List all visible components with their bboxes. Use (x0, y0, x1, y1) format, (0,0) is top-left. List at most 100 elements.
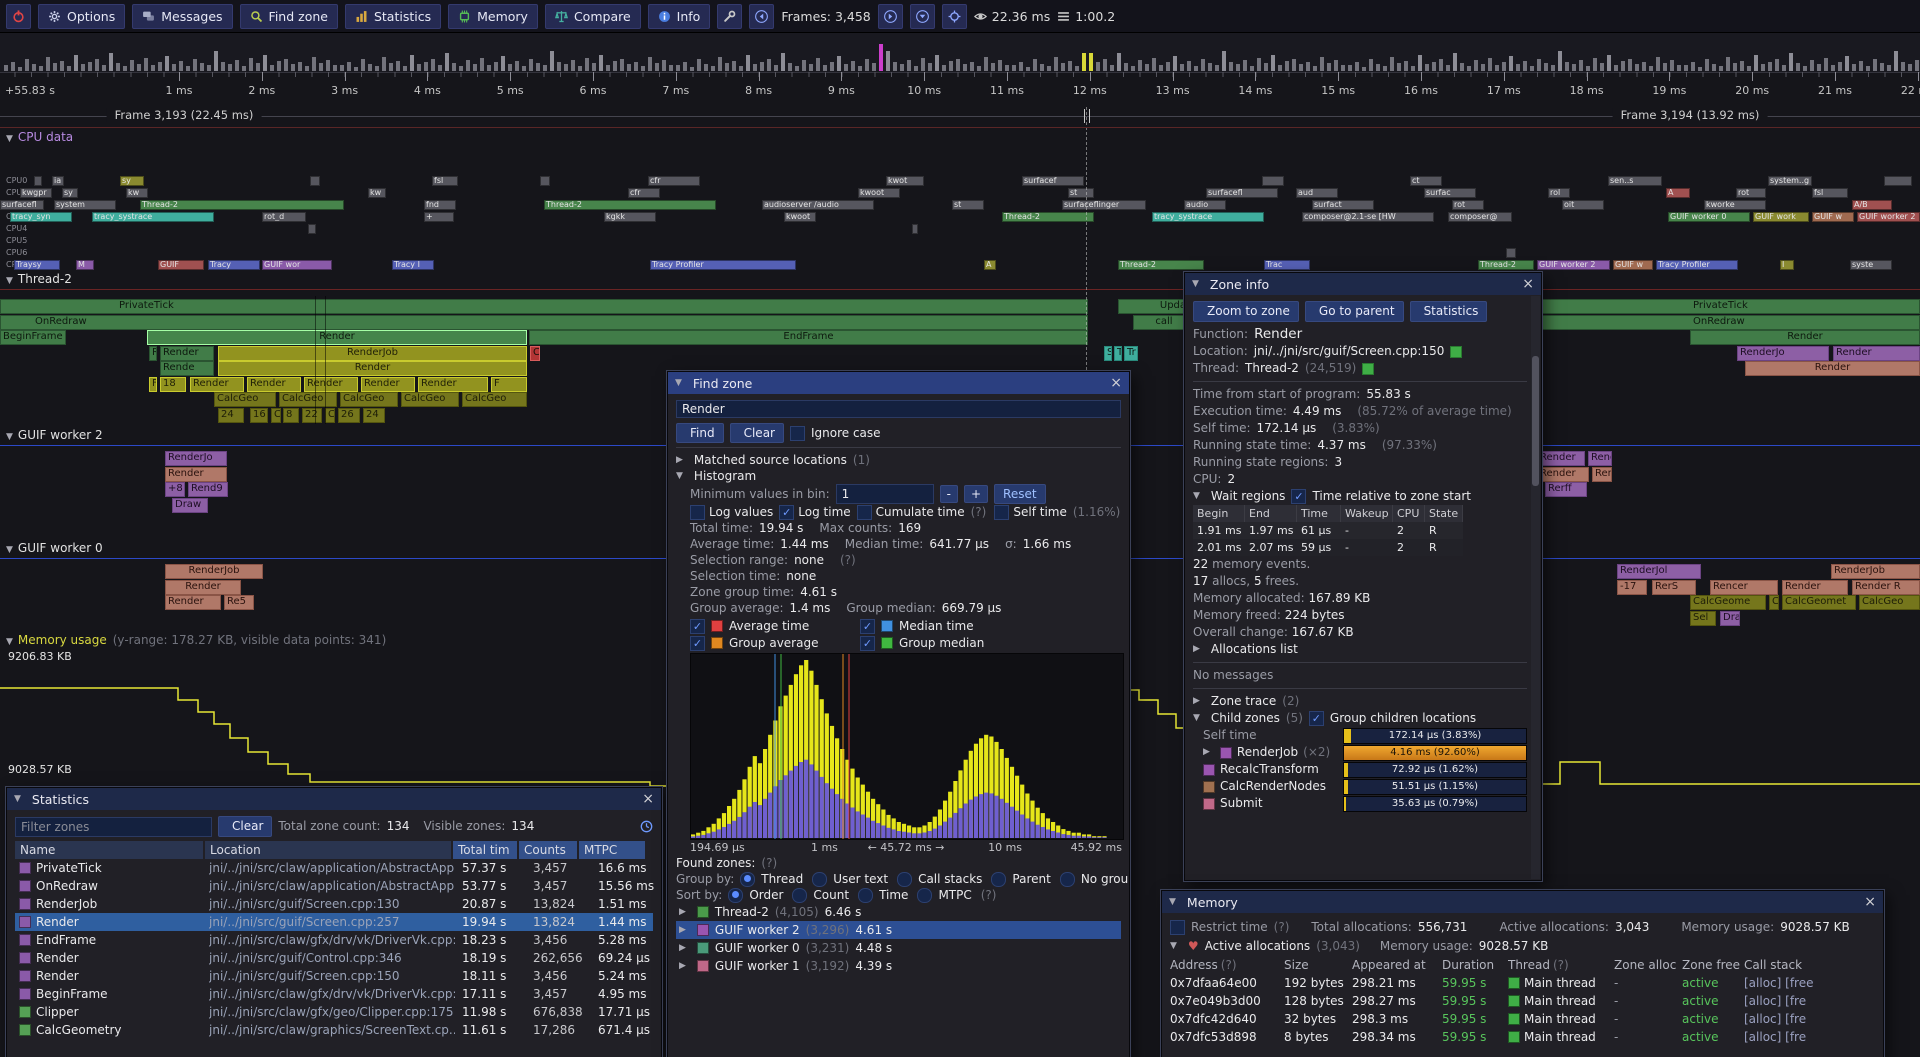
timeline-zone[interactable]: RenderJob (1831, 564, 1920, 579)
statistics-button[interactable]: Statistics (1410, 301, 1488, 322)
timeline-zone[interactable]: Ren (1592, 467, 1612, 482)
column-header[interactable]: Counts (519, 841, 577, 859)
memory-usage-collapse-icon[interactable]: ▼ (6, 637, 13, 647)
decrement-button[interactable]: - (940, 485, 958, 503)
cpu-zone[interactable]: kw (126, 188, 148, 198)
column-header[interactable]: Name (15, 841, 203, 859)
cpu-zone[interactable]: syste (1850, 260, 1892, 270)
cpu-zone[interactable] (912, 224, 918, 234)
timeline-zone[interactable]: Render (361, 377, 415, 392)
zoom-to-zone-button[interactable]: Zoom to zone (1193, 301, 1299, 322)
timeline-zone[interactable]: Re5 (224, 595, 254, 610)
group-expand-icon[interactable]: ▶ (679, 958, 686, 974)
timeline-zone[interactable]: Render (165, 467, 227, 482)
statistics-row[interactable]: Renderjni/../jni/src/guif/Screen.cpp:150… (15, 967, 653, 985)
timeline-zone[interactable]: Render (1537, 451, 1585, 466)
cpu-zone[interactable]: GUIF worker 0 (1668, 212, 1750, 222)
cpu-zone[interactable] (308, 224, 316, 234)
cpu-zone[interactable]: Tracy I (392, 260, 434, 270)
timeline-zone[interactable]: Tr (1124, 346, 1138, 361)
timeline-zone[interactable]: Render (160, 346, 214, 361)
timeline-zone[interactable]: PrivateTick (0, 299, 1088, 314)
cpu-zone[interactable]: audioserver /audio (762, 200, 874, 210)
self-time-checkbox[interactable] (994, 505, 1009, 520)
cpu-zone[interactable]: GUIF worker 2 (1857, 212, 1920, 222)
group-by-radio[interactable] (1060, 872, 1075, 887)
histogram-section-header[interactable]: ▼Histogram (676, 468, 1121, 484)
timeline-zone[interactable]: 8 (283, 408, 299, 423)
frame-dropdown-button[interactable] (910, 4, 935, 29)
memory-column-header[interactable]: Call stack (1744, 957, 1874, 974)
statistics-row[interactable]: BeginFramejni/../jni/src/claw/gfx/drv/vk… (15, 985, 653, 1003)
cpu-zone[interactable]: cfr (648, 176, 700, 186)
log-time-checkbox[interactable]: ✓ (779, 505, 794, 520)
cpu-zone[interactable]: rot (1452, 200, 1484, 210)
group-children-checkbox[interactable]: ✓ (1309, 711, 1324, 726)
timeline-zone[interactable]: Rende (160, 361, 214, 376)
timeline-zone[interactable]: CalcGeo (1859, 595, 1920, 610)
cpu-zone[interactable]: Tracy (208, 260, 260, 270)
timeline-zone[interactable]: 26 (338, 408, 360, 423)
timeline-zone[interactable]: CalcGeo (279, 392, 337, 407)
timeline-zone[interactable]: -17 (1617, 580, 1647, 595)
cpu-zone[interactable] (1884, 176, 1912, 186)
options-button[interactable]: Options (38, 4, 125, 29)
clear-filter-button[interactable]: Clear (218, 816, 272, 837)
cpu-zone[interactable]: sy (120, 176, 144, 186)
statistics-button[interactable]: Statistics (345, 4, 441, 29)
cpu-zone[interactable]: GUIF wor (262, 260, 332, 270)
child-zones-header[interactable]: ▼Child zones(5)✓Group children locations (1193, 710, 1527, 727)
timeline-zone[interactable]: Render (1833, 346, 1920, 361)
allocation-row[interactable]: 0x7dfc53d8988 bytes298.34 ms59.95 sMain … (1170, 1028, 1875, 1046)
scrollbar-thumb[interactable] (1532, 356, 1539, 486)
statistics-row[interactable]: Renderjni/../jni/src/guif/Screen.cpp:257… (15, 913, 653, 931)
timeline-zone[interactable]: Render (165, 595, 221, 610)
timeline-zone[interactable]: RenderJo (1737, 346, 1829, 361)
timeline-zone[interactable]: Render (1782, 580, 1848, 595)
time-relative-checkbox[interactable]: ✓ (1291, 489, 1306, 504)
cpu-zone[interactable]: st (952, 200, 984, 210)
timeline-zone[interactable]: 24 (363, 408, 385, 423)
active-allocations-header[interactable]: ▼♥Active allocations(3,043)Memory usage:… (1170, 938, 1875, 955)
cpu-zone[interactable]: Tracy Profiler (1656, 260, 1738, 270)
sort-by-radio[interactable] (792, 888, 807, 903)
goto-frame-button[interactable] (942, 4, 967, 29)
timeline-zone[interactable]: 24 (218, 408, 244, 423)
cpu-zone[interactable]: GUIF work (1753, 212, 1809, 222)
cpu-zone[interactable] (1506, 248, 1516, 258)
restrict-time-checkbox[interactable] (1170, 920, 1185, 935)
allocations-expand-icon[interactable]: ▶ (1193, 641, 1200, 658)
allocation-row[interactable]: 0x7dfc42d64032 bytes298.3 ms59.95 sMain … (1170, 1010, 1875, 1028)
cpu-zone[interactable]: Traysy (14, 260, 60, 270)
thread-indicator[interactable] (1362, 363, 1374, 375)
cpu-zone[interactable]: ct (1410, 176, 1442, 186)
timeline-zone[interactable]: Render R (1852, 580, 1920, 595)
clear-button[interactable]: Clear (730, 423, 784, 443)
cpu-zone[interactable]: fnd (424, 200, 456, 210)
timeline-zone[interactable]: CalcGeo (340, 392, 398, 407)
cpu-zone[interactable]: sy (62, 188, 78, 198)
cpu-zone[interactable]: kw (368, 188, 386, 198)
wait-column-header[interactable]: Wakeup (1341, 505, 1393, 522)
statistics-row[interactable]: OnRedrawjni/../jni/src/claw/application/… (15, 877, 653, 895)
messages-button[interactable]: Messages (132, 4, 232, 29)
cpu-zone[interactable]: GUIF worker 2 (1537, 260, 1610, 270)
prev-frame-button[interactable] (749, 4, 774, 29)
log-values-checkbox[interactable] (690, 505, 705, 520)
cpu-zone[interactable]: tracy_systrace (92, 212, 214, 222)
cpu-zone[interactable]: GUIF (158, 260, 204, 270)
cpu-zone[interactable]: kwgpr (20, 188, 52, 198)
memory-column-header[interactable]: Zone alloc (1614, 957, 1680, 974)
child-zone-row[interactable]: Submit35.63 µs (0.79%) (1193, 795, 1527, 812)
cpu-zone[interactable]: kwot (886, 176, 924, 186)
timeline-zone[interactable]: RenderJo (165, 451, 227, 466)
timeline-zone[interactable]: 18 (160, 377, 186, 392)
cpu-zone[interactable]: Thread-2 (140, 200, 344, 210)
timeline-zone[interactable]: Render (247, 377, 301, 392)
timeline-zone[interactable]: Render (147, 330, 527, 345)
child-zones-collapse-icon[interactable]: ▼ (1193, 710, 1200, 727)
find-zone-button[interactable]: Find zone (240, 4, 338, 29)
group-expand-icon[interactable]: ▶ (679, 904, 686, 920)
statistics-row[interactable]: Clipperjni/../jni/src/claw/gfx/geo/Clipp… (15, 1003, 653, 1021)
timeline-zone[interactable]: CalcGeo (401, 392, 459, 407)
